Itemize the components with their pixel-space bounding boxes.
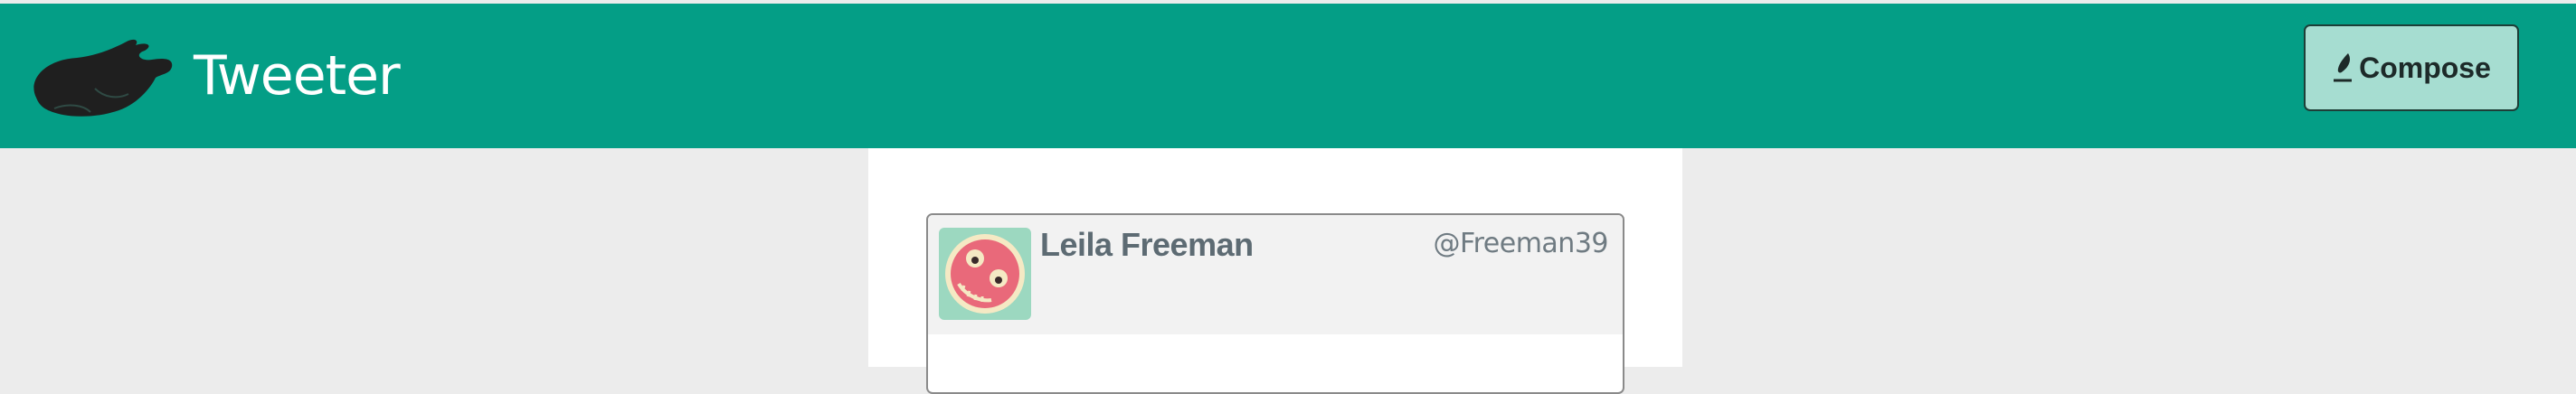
compose-button-label: Compose: [2359, 51, 2491, 84]
compose-button[interactable]: Compose: [2304, 24, 2519, 111]
author-name[interactable]: Leila Freeman: [1040, 226, 1254, 264]
quill-pen-icon: [2332, 52, 2355, 84]
app-title: Tweeter: [194, 44, 401, 108]
top-navigation-bar: Tweeter Compose: [0, 0, 2576, 148]
tweet-card[interactable]: Leila Freeman @Freeman39: [926, 213, 1624, 394]
roast-chicken-icon: [27, 34, 181, 123]
tweet-header: Leila Freeman @Freeman39: [928, 215, 1623, 334]
author-handle[interactable]: @Freeman39: [1434, 228, 1609, 259]
avatar[interactable]: [939, 228, 1031, 320]
timeline-column: Leila Freeman @Freeman39: [868, 148, 1682, 394]
